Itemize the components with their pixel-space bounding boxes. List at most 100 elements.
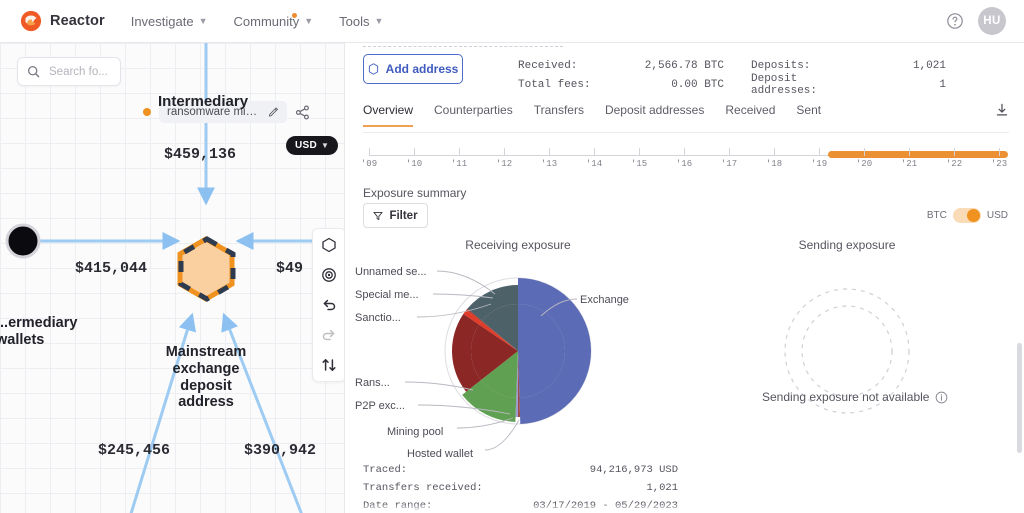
sending-exposure-message: Sending exposure not available — [762, 390, 948, 404]
dashed-divider — [363, 46, 563, 47]
download-icon[interactable] — [995, 103, 1009, 117]
timeline-tick-label: '12 — [496, 159, 512, 169]
graph-node-label-left: ...ermediary wallets — [0, 315, 84, 349]
app-root: Reactor Investigate ▼ Community ▼ Tools … — [0, 0, 1024, 513]
stat-value: 0.00 BTC — [622, 79, 724, 91]
timeline-tick — [684, 148, 685, 156]
timeline-tick — [864, 148, 865, 156]
filter-label: Filter — [389, 210, 417, 222]
graph-toolbar — [312, 228, 345, 382]
stat-row: Transfers received: 1,021 — [363, 479, 1009, 497]
timeline-tick-label: '11 — [451, 159, 467, 169]
chart-callout-label: Mining pool — [387, 426, 443, 438]
timeline-tick — [459, 148, 460, 156]
stat-key: Transfers received: — [363, 482, 498, 494]
chart-callout-leader-line — [437, 271, 495, 294]
brand-logo[interactable]: Reactor — [20, 10, 105, 32]
summary-stat-column-right: Deposits: 1,021 Deposit addresses: 1 — [751, 56, 946, 94]
nav-item-community[interactable]: Community ▼ — [234, 14, 314, 29]
graph-amount-left: $415,044 — [75, 260, 147, 277]
timeline-tick-label: '18 — [766, 159, 782, 169]
currency-toggle-switch[interactable] — [953, 208, 981, 223]
chart-callout-label: Rans... — [355, 377, 390, 389]
tag-color-dot-icon — [143, 108, 151, 116]
graph-amount-bottom-left: $245,456 — [98, 442, 170, 459]
timeline-active-range[interactable] — [828, 151, 1008, 158]
reactor-logo-icon — [20, 10, 42, 32]
search-icon — [27, 65, 40, 78]
graph-currency-badge[interactable]: USD ▼ — [286, 136, 338, 155]
tab-deposit-addresses[interactable]: Deposit addresses — [605, 103, 704, 127]
timeline-tick — [594, 148, 595, 156]
help-circle-icon[interactable] — [946, 12, 964, 30]
chart-callout-label: Special me... — [355, 289, 419, 301]
exposure-summary-heading: Exposure summary — [363, 186, 466, 200]
chevron-down-icon: ▼ — [199, 16, 208, 26]
stat-row: Traced: 94,216,973 USD — [363, 461, 1009, 479]
add-address-button[interactable]: Add address — [363, 54, 463, 84]
nav-item-label: Community — [234, 14, 300, 29]
graph-node-label-center: Mainstream exchange deposit address — [146, 344, 266, 411]
hexagon-outline-icon — [368, 63, 379, 75]
sort-swap-icon[interactable] — [321, 357, 337, 373]
timeline-tick-label: '21 — [901, 159, 917, 169]
chevron-down-icon: ▼ — [321, 141, 329, 150]
redo-icon — [321, 327, 337, 343]
summary-stat-columns: Received: 2,566.78 BTC Total fees: 0.00 … — [518, 54, 946, 94]
nav-item-investigate[interactable]: Investigate ▼ — [131, 14, 208, 29]
graph-canvas-panel[interactable]: ransomware mining la... USD ▼ Intermedia… — [0, 43, 345, 513]
graph-search-box[interactable] — [17, 57, 121, 86]
timeline-tick-label: '23 — [991, 159, 1007, 169]
detail-panel: Add address Received: 2,566.78 BTC Total… — [345, 43, 1024, 513]
timeline-tick-label: '10 — [406, 159, 422, 169]
timeline-tick-label: '14 — [586, 159, 602, 169]
timeline-tick — [729, 148, 730, 156]
chevron-down-icon: ▼ — [375, 16, 384, 26]
chart-callout-label: P2P exc... — [355, 400, 405, 412]
toggle-knob — [967, 209, 980, 222]
tab-transfers[interactable]: Transfers — [534, 103, 584, 127]
timeline-tick-label: '22 — [946, 159, 962, 169]
stat-key: Received: — [518, 60, 622, 72]
share-icon[interactable] — [295, 105, 310, 120]
chart-callout-label: Hosted wallet — [407, 448, 473, 460]
stat-key: Deposits: — [751, 60, 861, 72]
timeline-tick — [504, 148, 505, 156]
timeline-tick — [999, 148, 1000, 156]
nav-item-tools[interactable]: Tools ▼ — [339, 14, 383, 29]
timeline-tick — [369, 148, 370, 156]
timeline-tick — [819, 148, 820, 156]
tab-counterparties[interactable]: Counterparties — [434, 103, 513, 127]
info-icon[interactable] — [935, 391, 948, 404]
stat-value: 1 — [861, 79, 946, 91]
stat-key: Traced: — [363, 464, 498, 476]
undo-icon[interactable] — [321, 297, 337, 313]
timeline-tick-label: '17 — [721, 159, 737, 169]
target-icon[interactable] — [321, 267, 337, 283]
stat-row: Date range: 03/17/2019 - 05/29/2023 — [363, 497, 1009, 513]
timeline-tick-label: '16 — [676, 159, 692, 169]
timeline-tick — [774, 148, 775, 156]
detail-scrollbar-track[interactable] — [1018, 43, 1023, 513]
bottom-statistics: Traced: 94,216,973 USD Transfers receive… — [363, 461, 1009, 513]
filter-button[interactable]: Filter — [363, 203, 428, 228]
stat-value: 1,021 — [498, 482, 678, 494]
nav-right-group: HU — [946, 7, 1010, 35]
chart-callout-label: Sanctio... — [355, 312, 401, 324]
tab-overview[interactable]: Overview — [363, 103, 413, 127]
detail-scrollbar-thumb[interactable] — [1017, 343, 1022, 453]
currency-toggle[interactable]: BTC USD — [927, 208, 1008, 223]
stat-key: Total fees: — [518, 79, 622, 91]
stat-row: Deposit addresses: 1 — [751, 75, 946, 94]
pencil-icon[interactable] — [268, 107, 279, 118]
timeline-tick-label: '13 — [541, 159, 557, 169]
search-input[interactable] — [47, 65, 115, 79]
stat-value: 2,566.78 BTC — [622, 60, 724, 72]
stat-row: Received: 2,566.78 BTC — [518, 56, 724, 75]
hexagon-icon[interactable] — [321, 237, 337, 253]
tab-sent[interactable]: Sent — [796, 103, 821, 127]
chart-callout-label: Exchange — [580, 294, 629, 306]
activity-timeline[interactable]: '09'10'11'12'13'14'15'16'17'18'19'20'21'… — [363, 145, 1009, 177]
avatar[interactable]: HU — [978, 7, 1006, 35]
tab-received[interactable]: Received — [725, 103, 775, 127]
